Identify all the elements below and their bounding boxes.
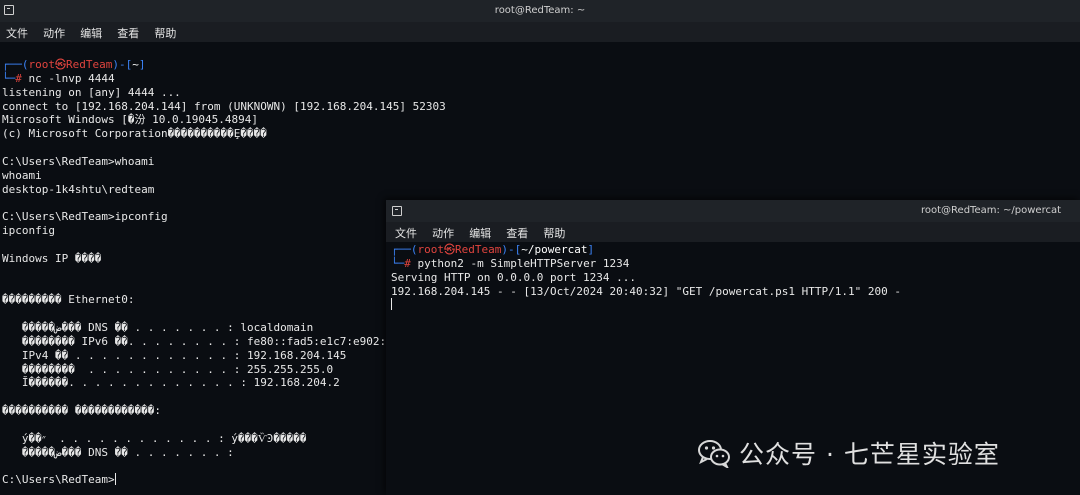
text-cursor [391,298,392,310]
output-line: listening on [any] 4444 ... [2,86,1080,100]
command-text: nc -lnvp 4444 [29,72,115,85]
wechat-icon [697,438,731,468]
text-cursor [115,473,116,485]
menu-help[interactable]: 帮助 [543,224,565,244]
prompt-line-command: └─# nc -lnvp 4444 [2,72,1080,86]
menu-action[interactable]: 动作 [43,24,65,44]
watermark-text: 公众号 · 七芒星实验室 [739,435,1000,471]
terminal-icon [4,5,14,15]
menu-edit[interactable]: 编辑 [469,224,491,244]
menu-view[interactable]: 查看 [506,224,528,244]
prompt-line-command: └─# python2 -m SimpleHTTPServer 1234 [391,257,1080,271]
output-line: C:\Users\RedTeam>whoami [2,155,1080,169]
output-line: (c) Microsoft Corporation����������Ȩ���� [2,127,1080,141]
cursor-line [391,298,1080,312]
output-line: desktop-1k4shtu\redteam [2,183,1080,197]
menu-help[interactable]: 帮助 [154,24,176,44]
output-line: whoami [2,169,1080,183]
prompt-line-top: ┌──(root㉿RedTeam)-[~/powercat] [391,243,1080,257]
window-title: root@RedTeam: ~ [495,0,585,22]
watermark: 公众号 · 七芒星实验室 [697,436,1000,470]
terminal-icon [392,206,402,216]
menu-action[interactable]: 动作 [432,224,454,244]
window-title: root@RedTeam: ~/powercat [921,200,1061,222]
output-line: Serving HTTP on 0.0.0.0 port 1234 ... [391,271,1080,285]
menu-view[interactable]: 查看 [117,24,139,44]
command-text: python2 -m SimpleHTTPServer 1234 [418,257,630,270]
menu-bar: 文件 动作 编辑 查看 帮助 [0,22,1080,42]
title-bar: root@RedTeam: ~/powercat [386,200,1080,222]
menu-edit[interactable]: 编辑 [80,24,102,44]
output-line: connect to [192.168.204.144] from (UNKNO… [2,100,1080,114]
menu-file[interactable]: 文件 [395,224,417,244]
menu-file[interactable]: 文件 [6,24,28,44]
output-line: 192.168.204.145 - - [13/Oct/2024 20:40:3… [391,285,1080,299]
title-bar: root@RedTeam: ~ [0,0,1080,22]
output-line [2,141,1080,155]
menu-bar: 文件 动作 编辑 查看 帮助 [386,222,1080,242]
output-line: Microsoft Windows [�汾 10.0.19045.4894] [2,113,1080,127]
prompt-line-top: ┌──(root㉿RedTeam)-[~] [2,58,1080,72]
